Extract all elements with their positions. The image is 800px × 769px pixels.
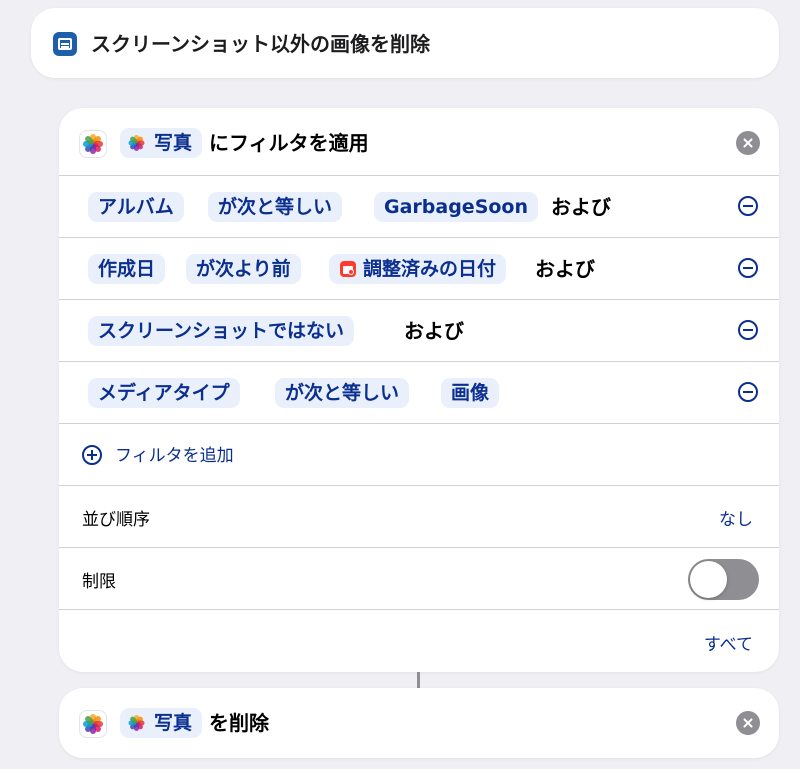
limit-toggle[interactable] [688,559,759,600]
remove-filter-icon[interactable] [738,258,758,278]
photos-icon [80,711,106,737]
action-header: 写真 にフィルタを適用 [59,108,779,176]
filter-photos-action-card[interactable]: 写真 にフィルタを適用 アルバム が次と等しい GarbageSoon および … [59,108,779,672]
filter-conjunction[interactable]: および [551,192,611,222]
filter-value-pill[interactable]: GarbageSoon [374,192,539,222]
limit-row: 制限 [59,547,779,609]
remove-action-icon[interactable] [736,131,760,155]
shortcut-title-card[interactable]: スクリーンショット以外の画像を削除 [31,8,779,78]
photos-variable-label: 写真 [154,712,193,734]
add-icon[interactable] [82,445,102,465]
photos-variable-label: 写真 [154,132,193,154]
filter-conjunction[interactable]: および [404,316,464,346]
filter-property-pill[interactable]: メディアタイプ [88,378,240,408]
photos-icon [127,713,147,733]
get-value[interactable]: すべて [704,630,753,655]
filter-conjunction[interactable]: および [535,254,595,284]
photos-variable-pill[interactable]: 写真 [120,128,203,158]
filter-property-pill[interactable]: 作成日 [88,254,166,284]
filter-operator-pill[interactable]: が次と等しい [208,192,343,222]
remove-filter-icon[interactable] [738,196,758,216]
get-row[interactable]: すべて [59,609,779,672]
calendar-icon [340,261,356,277]
filter-value-pill[interactable]: 調整済みの日付 [329,254,507,284]
action-title: を削除 [209,711,269,735]
photos-variable-pill[interactable]: 写真 [120,708,203,738]
delete-photos-action-card[interactable]: 写真 を削除 [59,688,779,758]
add-filter-label[interactable]: フィルタを追加 [115,441,234,466]
sort-label: 並び順序 [82,510,150,530]
sort-value[interactable]: なし [719,505,753,530]
remove-action-icon[interactable] [736,711,760,735]
filter-value-label: 調整済みの日付 [363,258,497,280]
action-connector [417,672,420,688]
photos-icon [80,131,106,157]
add-filter-row[interactable]: フィルタを追加 [59,423,779,485]
filter-row: 作成日 が次より前 調整済みの日付 および [59,237,779,299]
limit-label: 制限 [82,572,116,592]
shortcut-document-icon [53,32,77,56]
sort-row[interactable]: 並び順序 なし [59,485,779,547]
photos-icon [127,133,147,153]
filter-operator-pill[interactable]: が次より前 [186,254,301,284]
remove-filter-icon[interactable] [738,320,758,340]
action-title: にフィルタを適用 [209,131,369,155]
filter-row: スクリーンショットではない および [59,299,779,361]
filter-row: メディアタイプ が次と等しい 画像 [59,361,779,423]
filter-property-pill[interactable]: スクリーンショットではない [88,316,355,346]
filter-value-pill[interactable]: 画像 [441,378,500,408]
filter-operator-pill[interactable]: が次と等しい [275,378,410,408]
shortcut-title[interactable]: スクリーンショット以外の画像を削除 [91,28,430,57]
filter-row: アルバム が次と等しい GarbageSoon および [59,175,779,237]
toggle-knob [690,561,727,598]
remove-filter-icon[interactable] [738,382,758,402]
filter-property-pill[interactable]: アルバム [88,192,184,222]
